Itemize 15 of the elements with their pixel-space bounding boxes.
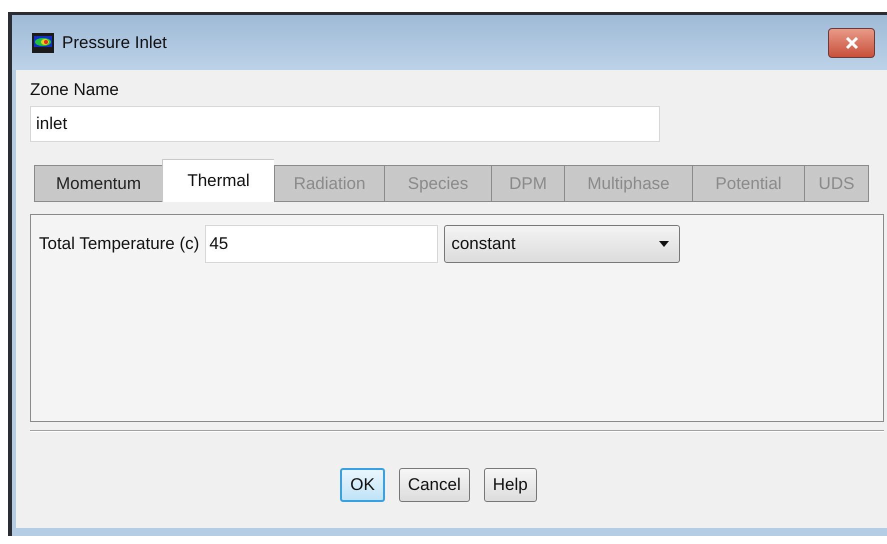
- app-icon: [32, 32, 54, 52]
- tab[interactable]: Thermal: [162, 159, 274, 202]
- method-dropdown[interactable]: constant: [444, 225, 680, 263]
- window-title: Pressure Inlet: [62, 32, 167, 52]
- zone-name-label: Zone Name: [30, 80, 119, 100]
- temperature-label: Total Temperature (c): [39, 234, 200, 254]
- dialog-button[interactable]: OK: [340, 468, 385, 502]
- close-icon: [844, 36, 858, 48]
- dropdown-arrow-icon: [659, 241, 670, 247]
- close-button[interactable]: [828, 28, 875, 58]
- dialog-button[interactable]: Help: [484, 468, 537, 502]
- dialog-button[interactable]: Cancel: [398, 468, 470, 502]
- tab[interactable]: Momentum: [34, 165, 162, 202]
- zone-name-field[interactable]: inlet: [30, 106, 660, 142]
- temperature-field[interactable]: 45: [205, 225, 438, 263]
